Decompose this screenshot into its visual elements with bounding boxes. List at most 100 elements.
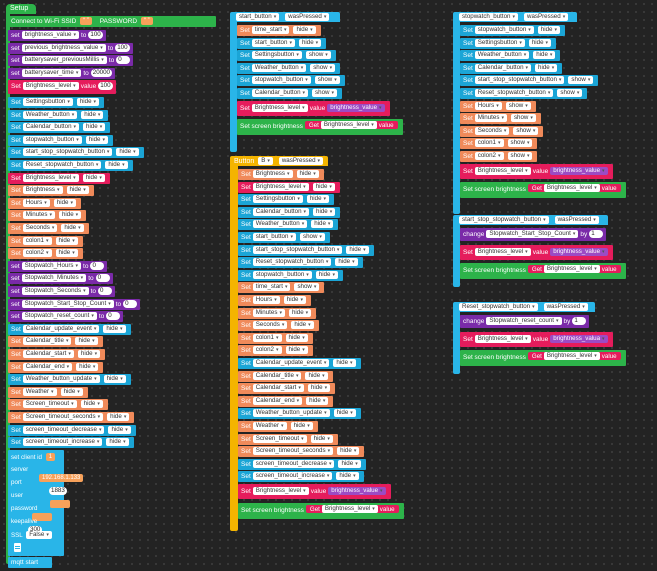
get-brightness-level-block[interactable]: Get Brightness_level value [304, 121, 398, 130]
set-visibility-block-minutes[interactable]: Set Minutes hide [8, 210, 87, 222]
visibility-settingsbutton-dropdown[interactable]: hide [306, 195, 330, 204]
visibility-time-start-dropdown[interactable]: hide [293, 26, 316, 34]
set-visibility-block-settingsbutton[interactable]: Set Settingsbutton show [237, 50, 336, 62]
visibility-screen-timeout-increase-dropdown[interactable]: hide [106, 438, 129, 447]
target-brightness-level-dropdown[interactable]: Brightness_level [474, 334, 531, 343]
target-start-stop-stopwatch-button-dropdown[interactable]: start_stop_stopwatch_button [22, 148, 113, 157]
set-visibility-block-reset-stopwatch-button[interactable]: Set Reset_stopwatch_button show [460, 88, 588, 99]
set-screen-brightness-block[interactable]: Set screen brightness Get Brightness_level… [460, 182, 626, 199]
set-visibility-block-calendar-title[interactable]: Set Calendar_title hide [8, 336, 103, 348]
visibility-screen-timeout-decrease-dropdown[interactable]: hide [108, 425, 131, 434]
target-start-button-dropdown[interactable]: start_button [252, 233, 296, 241]
set-brightness-level-block[interactable]: Set Brightness_level value brightness_value [460, 163, 613, 179]
visibility-colon1-dropdown[interactable]: hide [285, 333, 308, 342]
set-visibility-block-stopwatch-button[interactable]: Set stopwatch_button show [237, 75, 345, 87]
set-visibility-block-stopwatch-button[interactable]: Set stopwatch_button hide [460, 25, 566, 36]
get-target-dropdown[interactable]: Brightness_level [543, 352, 600, 361]
set-visibility-block-weather-button[interactable]: Set Weather_button hide [460, 50, 561, 62]
set-variable-block-stopwatch-minutes[interactable]: set Stopwatch_Minutes to0 [8, 273, 113, 285]
visibility-reset-stopwatch-button-dropdown[interactable]: hide [105, 161, 128, 169]
get-target-dropdown[interactable]: Brightness_level [320, 121, 377, 130]
variable-stopwatch-minutes-dropdown[interactable]: Stopwatch_Minutes [21, 274, 87, 283]
target-seconds-dropdown[interactable]: Seconds [22, 224, 58, 232]
target-calendar-update-event-dropdown[interactable]: Calendar_update_event [22, 324, 100, 333]
visibility-reset-stopwatch-button-dropdown[interactable]: show [557, 89, 583, 97]
target-calendar-button-dropdown[interactable]: Calendar_button [252, 207, 310, 216]
visibility-screen-timeout-dropdown[interactable]: hide [310, 434, 333, 443]
set-visibility-block-hours[interactable]: Set Hours hide [238, 295, 312, 306]
set-screen-brightness-block[interactable]: Set screen brightness Get Brightness_level… [238, 502, 404, 519]
set-brightness-level-block[interactable]: Set Brightness_level value brightness_valua [460, 331, 613, 347]
set-variable-block-stopwatch-reset-count[interactable]: set Stopwatch_reset_count to0 [8, 311, 124, 323]
visibility-settingsbutton-dropdown[interactable]: hide [528, 38, 552, 47]
get-variable-brightness-valua[interactable]: brightness_valua [550, 334, 608, 343]
set-visibility-block-calendar-end[interactable]: Set Calendar_end hide [8, 361, 104, 373]
get-brightness-level-block[interactable]: Get Brightness_level value [527, 352, 621, 361]
visibility-start-button-dropdown[interactable]: show [299, 233, 325, 241]
set-visibility-block-screen-timeout-decrease[interactable]: Set screen_timeout_decrease hide [8, 424, 136, 436]
set-visibility-block-screen-timeout-increase[interactable]: Set screen_timeout_increase hide [8, 437, 134, 449]
set-visibility-block-weather-button-update[interactable]: Set Weather_button_update hide [8, 374, 131, 386]
visibility-hours-dropdown[interactable]: hide [283, 296, 307, 304]
value-input-stopwatch-reset-count[interactable]: 0 [106, 312, 121, 321]
visibility-seconds-dropdown[interactable]: show [513, 126, 539, 135]
get-brightness-level-block[interactable]: Get Brightness_level value [305, 504, 399, 513]
get-variable-brightness-value[interactable]: brightness_value [327, 103, 385, 112]
value-input-brightness-level[interactable]: 100 [98, 82, 113, 91]
target-start-stop-stopwatch-button-dropdown[interactable]: start_stop_stopwatch_button [474, 76, 565, 85]
change-variable-block-stopwatch-reset-count[interactable]: change Stopwatch_reset_count by1 [460, 315, 590, 328]
set-brightness-level-block[interactable]: Set Brightness_level value brightness_value [460, 244, 613, 260]
visibility-colon1-dropdown[interactable]: show [507, 139, 533, 148]
target-weather-dropdown[interactable]: Weather [22, 387, 57, 396]
set-variable-block-stopwatch-start-stop-count[interactable]: set Stopwatch_Start_Stop_Count to0 [8, 298, 141, 310]
variable-stopwatch-reset-count-dropdown[interactable]: Stopwatch_reset_count [21, 312, 97, 321]
change-amount-input[interactable]: 1 [572, 317, 587, 325]
set-visibility-block-minutes[interactable]: Set Minutes show [460, 113, 541, 125]
visibility-reset-stopwatch-button-dropdown[interactable]: hide [335, 258, 358, 267]
set-visibility-block-screen-timeout-increase[interactable]: Set screen_timeout_increase hide [238, 471, 364, 483]
set-visibility-block-time-start[interactable]: Set time_start hide [237, 25, 321, 36]
target-calendar-update-event-dropdown[interactable]: Calendar_update_event [252, 359, 330, 367]
target-colon2-dropdown[interactable]: colon2 [22, 249, 52, 258]
target-brightness-level-dropdown[interactable]: Brightness_level [251, 103, 308, 112]
get-target-dropdown[interactable]: Brightness_level [543, 184, 600, 193]
set-visibility-block-colon2[interactable]: Set colon2 show [460, 151, 538, 162]
target-screen-timeout-decrease-dropdown[interactable]: screen_timeout_decrease [252, 459, 335, 468]
set-screen-brightness-block[interactable]: Set screen brightness Get Brightness_level… [460, 263, 626, 280]
value-input-stopwatch-start-stop-count[interactable]: 0 [123, 299, 138, 308]
target-settingsbutton-dropdown[interactable]: Settingsbutton [251, 51, 302, 60]
set-visibility-block-minutes[interactable]: Set Minutes hide [238, 307, 317, 319]
button-b-event-hat[interactable]: Button B wasPressed [230, 156, 328, 166]
set-variable-block-brightness-value[interactable]: set brightness_value to100 [8, 30, 106, 41]
target-settingsbutton-dropdown[interactable]: Settingsbutton [252, 195, 303, 204]
stopwatch-button-event-name[interactable]: stopwatch_button [459, 13, 519, 21]
set-visibility-block-hours[interactable]: Set Hours hide [8, 197, 82, 209]
visibility-start-stop-stopwatch-button-dropdown[interactable]: show [568, 76, 594, 85]
visibility-seconds-dropdown[interactable]: hide [61, 224, 84, 232]
visibility-weather-button-dropdown[interactable]: hide [311, 220, 334, 229]
target-reset-stopwatch-button-dropdown[interactable]: Reset_stopwatch_button [474, 89, 554, 97]
set-value-block-brightness-level[interactable]: Set Brightness_level value100 [8, 80, 116, 95]
get-brightness-level-block[interactable]: Get Brightness_level value [527, 265, 621, 274]
variable-brightness-value-dropdown[interactable]: brightness_value [21, 31, 79, 39]
target-start-button-dropdown[interactable]: start_button [251, 38, 295, 47]
visibility-brightness-level-dropdown[interactable]: hide [312, 182, 335, 191]
visibility-hours-dropdown[interactable]: show [505, 101, 531, 110]
value-input-stopwatch-hours[interactable]: 0 [90, 261, 105, 270]
set-visibility-block-calendar-start[interactable]: Set Calendar_start hide [8, 349, 106, 360]
get-variable-brightness-value[interactable]: brightness_value [550, 247, 608, 256]
start-stop-event-hat[interactable]: start_stop_stopwatch_button wasPressed [453, 215, 608, 225]
visibility-brightness-dropdown[interactable]: hide [66, 186, 89, 195]
variable-batterysaver-time-dropdown[interactable]: batterysaver_time [21, 68, 82, 77]
target-minutes-dropdown[interactable]: Minutes [22, 211, 55, 220]
set-visibility-block-calendar-end[interactable]: Set Calendar_end hide [238, 395, 334, 407]
set-visibility-block-stopwatch-button[interactable]: Set stopwatch_button hide [238, 269, 344, 281]
variable-previous-brightness-value-dropdown[interactable]: previous_brightness_value [21, 43, 106, 52]
visibility-start-stop-stopwatch-button-dropdown[interactable]: hide [116, 148, 139, 157]
visibility-calendar-end-dropdown[interactable]: hide [306, 396, 329, 405]
set-visibility-block-seconds[interactable]: Set Seconds show [460, 125, 544, 137]
visibility-screen-timeout-seconds-dropdown[interactable]: hide [337, 447, 360, 456]
set-visibility-block-calendar-start[interactable]: Set Calendar_start hide [238, 383, 336, 395]
visibility-brightness-level-dropdown[interactable]: hide [82, 173, 105, 182]
target-stopwatch-button-dropdown[interactable]: stopwatch_button [252, 270, 312, 279]
